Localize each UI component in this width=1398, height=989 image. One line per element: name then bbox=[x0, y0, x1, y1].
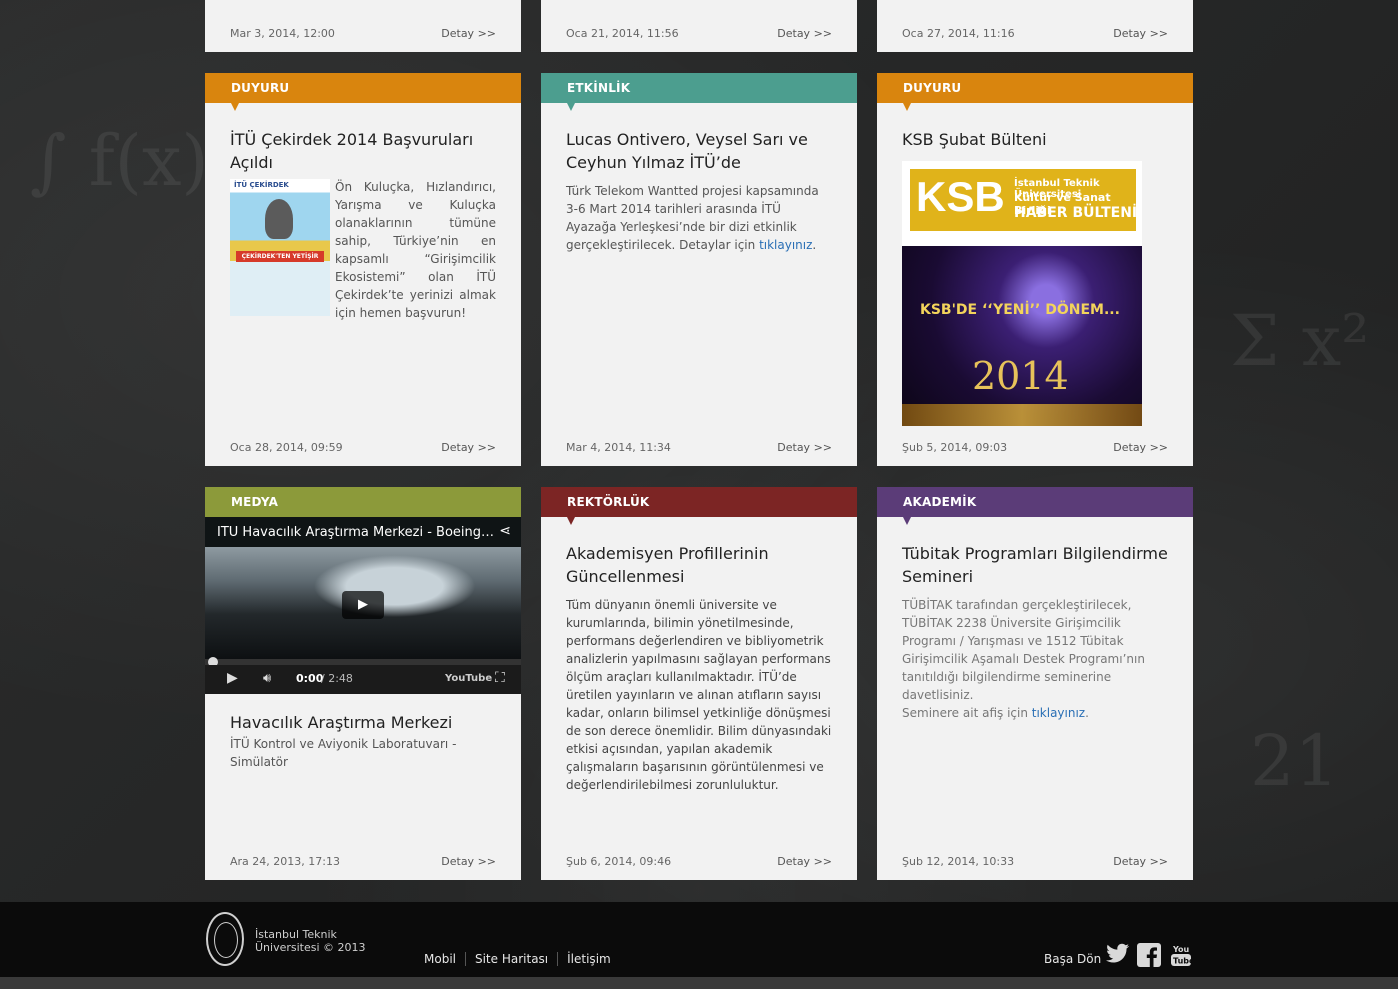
footer-link-mobil[interactable]: Mobil bbox=[424, 952, 465, 966]
detail-link[interactable]: Detay >> bbox=[441, 441, 496, 454]
card-title[interactable]: Havacılık Araştırma Merkezi bbox=[230, 711, 496, 734]
card-footer: Oca 27, 2014, 11:16 Detay >> bbox=[902, 27, 1168, 40]
back-to-top-link[interactable]: Başa Dön bbox=[1044, 953, 1101, 966]
thumb-subtitle: ÇEKİRDEK'TEN YETİŞİR bbox=[236, 251, 324, 262]
itu-cekirdek-thumbnail[interactable]: İTÜ ÇEKİRDEK ÇEKİRDEK'TEN YETİŞİR bbox=[230, 179, 330, 316]
news-card-ksb-bulten: DUYURU KSB Şubat Bülteni KSB İstanbul Te… bbox=[877, 73, 1193, 466]
detail-link[interactable]: Detay >> bbox=[777, 441, 832, 454]
card-date: Oca 21, 2014, 11:56 bbox=[566, 27, 679, 40]
news-card-akademisyen-profil: REKTÖRLÜK Akademisyen Profillerinin Günc… bbox=[541, 487, 857, 880]
card-title[interactable]: KSB Şubat Bülteni bbox=[902, 128, 1168, 151]
poster-link[interactable]: tıklayınız bbox=[1032, 706, 1085, 720]
card-footer: Mar 3, 2014, 12:00 Detay >> bbox=[230, 27, 496, 40]
youtube-icon[interactable]: You Tube bbox=[1170, 943, 1195, 972]
detail-link[interactable]: Detay >> bbox=[1113, 27, 1168, 40]
facebook-icon[interactable] bbox=[1137, 943, 1161, 972]
card-text: Ön Kuluçka, Hızlandırıcı, Yarışma ve Kul… bbox=[335, 180, 496, 320]
news-card-top-3: Oca 27, 2014, 11:16 Detay >> bbox=[877, 0, 1193, 52]
ksb-line3: HABER BÜLTENİ bbox=[1014, 205, 1138, 221]
volume-icon[interactable]: 🔊︎ bbox=[263, 671, 271, 686]
news-card-top-1: Mar 3, 2014, 12:00 Detay >> bbox=[205, 0, 521, 52]
itu-seal-icon[interactable] bbox=[206, 912, 244, 966]
svg-text:Tube: Tube bbox=[1173, 957, 1192, 966]
footer-org-line1: İstanbul Teknik bbox=[255, 928, 337, 941]
news-card-havacilik: MEDYA İTÜ Havacılık Araştırma Merkezi - … bbox=[205, 487, 521, 880]
svg-text:You: You bbox=[1172, 945, 1190, 954]
card-text: TÜBİTAK tarafından gerçekleştirilecek, T… bbox=[902, 596, 1168, 722]
card-date: Ara 24, 2013, 17:13 bbox=[230, 855, 340, 868]
play-icon[interactable]: ▶ bbox=[342, 591, 384, 619]
ksb-year: 2014 bbox=[972, 354, 1069, 398]
card-footer: Ara 24, 2013, 17:13 Detay >> bbox=[230, 855, 496, 868]
card-date: Oca 28, 2014, 09:59 bbox=[230, 441, 343, 454]
card-date: Oca 27, 2014, 11:16 bbox=[902, 27, 1015, 40]
details-link[interactable]: tıklayınız bbox=[759, 238, 812, 252]
news-card-top-2: Oca 21, 2014, 11:56 Detay >> bbox=[541, 0, 857, 52]
category-badge: AKADEMİK bbox=[877, 487, 1193, 525]
ksb-skyline bbox=[902, 404, 1142, 426]
category-badge: DUYURU bbox=[877, 73, 1193, 111]
video-duration: / 2:48 bbox=[321, 672, 353, 685]
detail-link[interactable]: Detay >> bbox=[777, 27, 832, 40]
youtube-video-player[interactable]: İTÜ Havacılık Araştırma Merkezi - Boeing… bbox=[205, 517, 521, 694]
card-title[interactable]: Akademisyen Profillerinin Güncellenmesi bbox=[566, 542, 832, 588]
card-date: Şub 12, 2014, 10:33 bbox=[902, 855, 1015, 868]
youtube-logo[interactable]: YouTube bbox=[445, 673, 492, 684]
detail-link[interactable]: Detay >> bbox=[1113, 441, 1168, 454]
video-controls: ▶ 🔊︎ 0:00 / 2:48 YouTube ⛶ bbox=[205, 665, 521, 694]
card-text-body: TÜBİTAK tarafından gerçekleştirilecek, T… bbox=[902, 598, 1145, 702]
ksb-space-image: KSB'DE ‘‘YENİ’’ DÖNEM... 2014 bbox=[902, 246, 1142, 426]
ksb-bulletin-image[interactable]: KSB İstanbul Teknik Üniversitesi Kültür … bbox=[902, 161, 1142, 426]
news-card-itu-cekirdek: DUYURU İTÜ Çekirdek 2014 Başvuruları Açı… bbox=[205, 73, 521, 466]
category-badge: ETKİNLİK bbox=[541, 73, 857, 111]
footer-strip bbox=[0, 977, 1398, 989]
twitter-icon[interactable] bbox=[1106, 943, 1130, 970]
card-date: Mar 3, 2014, 12:00 bbox=[230, 27, 335, 40]
card-text: Tüm dünyanın önemli üniversite ve kuruml… bbox=[566, 598, 832, 792]
detail-link[interactable]: Detay >> bbox=[777, 855, 832, 868]
card-footer: Şub 6, 2014, 09:46 Detay >> bbox=[566, 855, 832, 868]
ksb-banner-text: KSB'DE ‘‘YENİ’’ DÖNEM... bbox=[920, 302, 1120, 318]
card-footer: Şub 12, 2014, 10:33 Detay >> bbox=[902, 855, 1168, 868]
character-figure bbox=[265, 199, 293, 239]
news-card-lucas-ontivero: ETKİNLİK Lucas Ontivero, Veysel Sarı ve … bbox=[541, 73, 857, 466]
category-badge: DUYURU bbox=[205, 73, 521, 111]
detail-link[interactable]: Detay >> bbox=[1113, 855, 1168, 868]
news-card-tubitak: AKADEMİK Tübitak Programları Bilgilendir… bbox=[877, 487, 1193, 880]
card-title[interactable]: Tübitak Programları Bilgilendirme Semine… bbox=[902, 542, 1168, 588]
card-text: Türk Telekom Wantted projesi kapsamında … bbox=[566, 184, 819, 252]
poster-label: Seminere ait afiş için bbox=[902, 706, 1032, 720]
ksb-header: KSB İstanbul Teknik Üniversitesi Kültür … bbox=[902, 161, 1142, 246]
footer-org-line2: Üniversitesi © 2013 bbox=[255, 941, 366, 954]
ksb-big-text: KSB bbox=[916, 173, 1005, 220]
fullscreen-icon[interactable]: ⛶ bbox=[495, 670, 505, 686]
detail-link[interactable]: Detay >> bbox=[441, 27, 496, 40]
play-button-icon[interactable]: ▶ bbox=[227, 670, 238, 686]
thumb-label: İTÜ ÇEKİRDEK bbox=[234, 181, 289, 189]
card-footer: Oca 28, 2014, 09:59 Detay >> bbox=[230, 441, 496, 454]
card-footer: Şub 5, 2014, 09:03 Detay >> bbox=[902, 441, 1168, 454]
card-date: Şub 5, 2014, 09:03 bbox=[902, 441, 1008, 454]
category-badge: MEDYA bbox=[205, 487, 521, 525]
share-icon[interactable]: ⋖ bbox=[499, 523, 511, 539]
card-footer: Oca 21, 2014, 11:56 Detay >> bbox=[566, 27, 832, 40]
card-text: İTÜ Kontrol ve Aviyonik Laboratuvarı - S… bbox=[230, 737, 457, 769]
chalk-decoration: Σ x² bbox=[1230, 300, 1370, 382]
card-title[interactable]: İTÜ Çekirdek 2014 Başvuruları Açıldı bbox=[230, 128, 496, 174]
card-footer: Mar 4, 2014, 11:34 Detay >> bbox=[566, 441, 832, 454]
card-date: Mar 4, 2014, 11:34 bbox=[566, 441, 671, 454]
detail-link[interactable]: Detay >> bbox=[441, 855, 496, 868]
card-text-second: Seminere ait afiş için tıklayınız. bbox=[902, 706, 1089, 720]
chalk-decoration: ∫ f(x) bbox=[30, 120, 209, 202]
category-badge: REKTÖRLÜK bbox=[541, 487, 857, 525]
footer-link-contact[interactable]: İletişim bbox=[557, 952, 620, 966]
video-title[interactable]: İTÜ Havacılık Araştırma Merkezi - Boeing… bbox=[217, 525, 497, 540]
chalk-decoration: 21 bbox=[1250, 720, 1340, 802]
footer-links: Mobil Site Haritası İletişim bbox=[424, 952, 620, 966]
card-title[interactable]: Lucas Ontivero, Veysel Sarı ve Ceyhun Yı… bbox=[566, 128, 832, 174]
footer-link-site-map[interactable]: Site Haritası bbox=[464, 952, 557, 966]
card-date: Şub 6, 2014, 09:46 bbox=[566, 855, 672, 868]
video-current-time: 0:00 bbox=[296, 672, 324, 685]
